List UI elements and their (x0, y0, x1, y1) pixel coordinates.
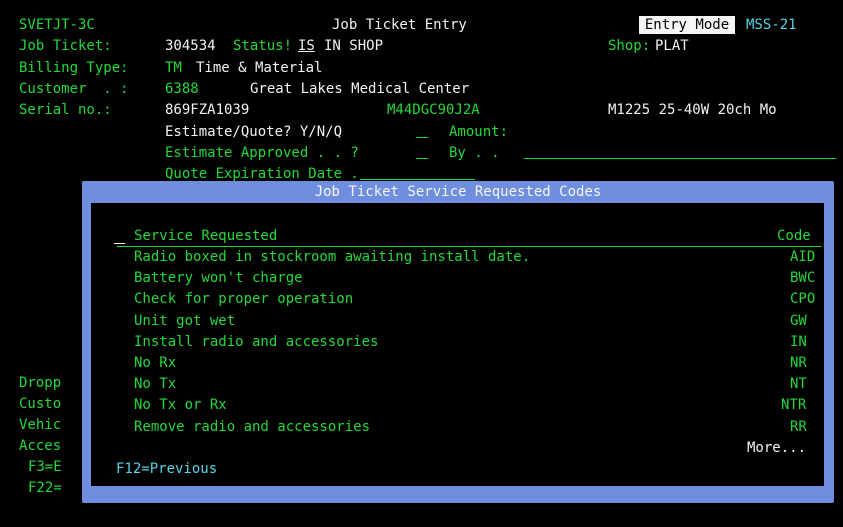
job-ticket-label: Job Ticket: (19, 38, 112, 54)
serial-value: 869FZA1039 (165, 102, 250, 118)
model-description: M1225 25-40W 20ch Mo (608, 102, 777, 118)
service-row-1[interactable]: Radio boxed in stockroom awaiting instal… (134, 248, 530, 266)
side-label-f22[interactable]: F22= (28, 479, 62, 497)
billing-type-code: TM (165, 60, 182, 76)
code-row-4: GW (790, 313, 807, 329)
code-row-3: CPO (790, 291, 816, 307)
service-row-6[interactable]: No Rx (134, 354, 176, 372)
status-label: Status! (233, 38, 293, 54)
column-header-code: Code (777, 228, 811, 244)
shop-value: PLAT (655, 38, 689, 54)
service-row-5[interactable]: Install radio and accessories (134, 333, 378, 351)
status-code[interactable]: IS (298, 37, 315, 55)
estimate-approved-input[interactable] (416, 144, 428, 164)
service-row-2[interactable]: Battery won't charge (134, 269, 303, 287)
approved-by-input[interactable] (524, 144, 836, 164)
system-id: MSS-21 (746, 17, 797, 33)
billing-type-label: Billing Type: (19, 60, 129, 76)
code-row-9: RR (790, 419, 807, 435)
approved-by-label: By . . (449, 145, 500, 161)
code-row-5: IN (790, 334, 807, 350)
code-row-2: BWC (790, 270, 816, 286)
code-row-7: NT (790, 376, 807, 392)
header-rule (117, 246, 821, 247)
estimate-quote-label: Estimate/Quote? Y/N/Q (165, 124, 343, 140)
column-header-service: Service Requested (134, 228, 278, 244)
screen-title: Job Ticket Entry (332, 17, 467, 33)
customer-number: 6388 (165, 81, 199, 97)
side-label-acces: Acces (19, 438, 62, 454)
code-row-1: AID (790, 249, 816, 265)
job-ticket-number: 304534 (165, 38, 216, 54)
service-row-3[interactable]: Check for proper operation (134, 290, 353, 308)
more-indicator: More... (747, 440, 807, 456)
service-row-4[interactable]: Unit got wet (134, 312, 235, 330)
estimate-quote-input[interactable] (416, 123, 428, 143)
status-text: IN SHOP (324, 38, 384, 54)
side-label-vehic: Vehic (19, 417, 62, 433)
entry-mode-badge: Entry Mode (639, 16, 735, 34)
side-label-dropp: Dropp (19, 375, 62, 391)
serial-label: Serial no.: (19, 102, 112, 118)
popup-title: Job Ticket Service Requested Codes (314, 184, 602, 200)
customer-name: Great Lakes Medical Center (250, 81, 470, 97)
side-label-f3[interactable]: F3=E (28, 458, 62, 476)
shop-label: Shop: (608, 38, 651, 54)
service-row-9[interactable]: Remove radio and accessories (134, 418, 370, 436)
estimate-approved-label: Estimate Approved . . ? (165, 145, 359, 161)
side-label-custo: Custo (19, 396, 62, 412)
amount-label: Amount: (449, 124, 509, 140)
customer-label: Customer . : (19, 81, 129, 97)
service-row-8[interactable]: No Tx or Rx (134, 396, 227, 414)
program-id: SVETJT-3C (19, 17, 95, 33)
code-row-6: NR (790, 355, 807, 371)
model-number: M44DGC90J2A (387, 102, 480, 118)
code-row-8: NTR (781, 397, 807, 413)
f12-previous-key[interactable]: F12=Previous (116, 460, 217, 478)
billing-type-text: Time & Material (196, 60, 323, 76)
service-row-7[interactable]: No Tx (134, 375, 176, 393)
entry-mode-label: Entry Mode (644, 17, 730, 33)
